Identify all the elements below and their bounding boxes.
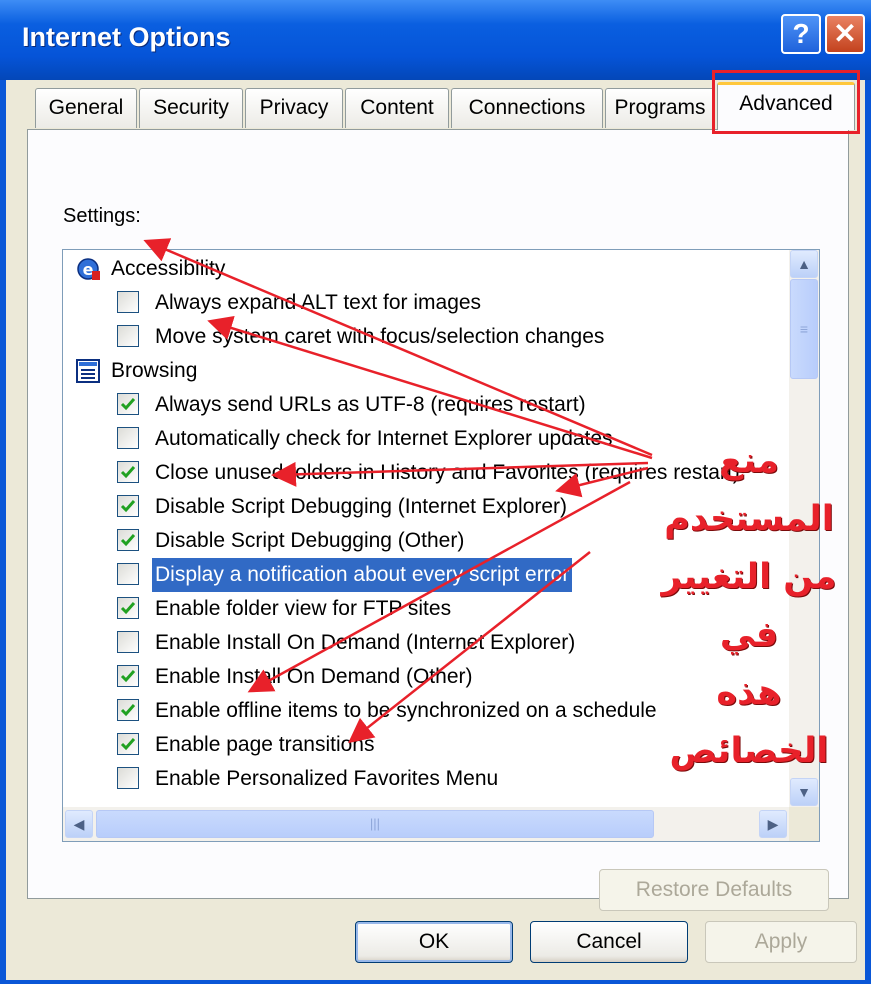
scroll-up-button[interactable]: ▲	[790, 250, 818, 278]
browsing-icon	[76, 359, 100, 383]
setting-label: Enable offline items to be synchronized …	[155, 699, 657, 722]
tab-content[interactable]: Content	[345, 88, 449, 128]
category-label: Browsing	[111, 359, 198, 382]
close-button[interactable]: ✕	[825, 14, 865, 54]
setting-label: Disable Script Debugging (Internet Explo…	[155, 495, 568, 518]
cancel-button[interactable]: Cancel	[530, 921, 688, 963]
tab-general[interactable]: General	[35, 88, 137, 128]
horizontal-scrollbar[interactable]: ◀ ||| ▶	[63, 807, 789, 841]
scroll-down-button[interactable]: ▼	[790, 778, 818, 806]
setting-checkbox[interactable]	[117, 495, 139, 517]
setting-checkbox[interactable]	[117, 665, 139, 687]
setting-checkbox[interactable]	[117, 631, 139, 653]
scroll-left-button[interactable]: ◀	[65, 810, 93, 838]
setting-checkbox[interactable]	[117, 427, 139, 449]
tab-privacy[interactable]: Privacy	[245, 88, 343, 128]
vertical-scroll-thumb[interactable]: ≡	[790, 279, 818, 379]
setting-label: Enable page transitions	[155, 733, 375, 756]
horizontal-scroll-thumb[interactable]: |||	[96, 810, 654, 838]
help-button[interactable]: ?	[781, 14, 821, 54]
svg-text:e: e	[83, 260, 94, 279]
title-bar[interactable]: Internet Options ? ✕	[0, 0, 871, 80]
apply-button[interactable]: Apply	[705, 921, 857, 963]
setting-checkbox[interactable]	[117, 733, 139, 755]
setting-row[interactable]: Move system caret with focus/selection c…	[63, 320, 793, 354]
setting-row[interactable]: Always send URLs as UTF-8 (requires rest…	[63, 388, 793, 422]
setting-checkbox[interactable]	[117, 393, 139, 415]
setting-label: Always expand ALT text for images	[155, 291, 482, 314]
internet-options-window: Internet Options ? ✕ General Security Pr…	[0, 0, 871, 984]
category-browsing: Browsing	[63, 354, 793, 388]
annotation-line: منع المستخدم	[664, 441, 834, 539]
setting-checkbox[interactable]	[117, 529, 139, 551]
restore-defaults-button[interactable]: Restore Defaults	[599, 869, 829, 911]
setting-checkbox[interactable]	[117, 699, 139, 721]
setting-checkbox[interactable]	[117, 291, 139, 313]
tab-connections[interactable]: Connections	[451, 88, 603, 128]
tab-programs[interactable]: Programs	[605, 88, 715, 128]
advanced-tab-highlight-box	[712, 70, 860, 134]
annotation-line: هذه	[716, 673, 782, 713]
setting-checkbox[interactable]	[117, 597, 139, 619]
setting-label: Always send URLs as UTF-8 (requires rest…	[155, 393, 586, 416]
scroll-right-button[interactable]: ▶	[759, 810, 787, 838]
accessibility-icon: e	[77, 258, 100, 280]
setting-label: Enable Install On Demand (Internet Explo…	[155, 631, 576, 654]
setting-label-selected: Display a notification about every scrip…	[152, 558, 573, 592]
setting-label: Enable Install On Demand (Other)	[155, 665, 473, 688]
annotation-text: منع المستخدم من التغيير في هذه الخصائص	[640, 432, 858, 780]
setting-label: Move system caret with focus/selection c…	[155, 325, 605, 348]
window-title: Internet Options	[22, 22, 231, 52]
tab-security[interactable]: Security	[139, 88, 243, 128]
setting-checkbox[interactable]	[117, 325, 139, 347]
setting-checkbox[interactable]	[117, 767, 139, 789]
setting-label: Automatically check for Internet Explore…	[155, 427, 613, 450]
setting-row[interactable]: Always expand ALT text for images	[63, 286, 793, 320]
setting-checkbox[interactable]	[117, 461, 139, 483]
setting-checkbox[interactable]	[117, 563, 139, 585]
category-label: Accessibility	[111, 257, 226, 280]
setting-label: Enable folder view for FTP sites	[155, 597, 452, 620]
annotation-line: الخصائص	[669, 731, 829, 771]
setting-label: Enable Personalized Favorites Menu	[155, 767, 499, 790]
annotation-line: من التغيير في	[661, 557, 837, 655]
settings-label: Settings:	[63, 205, 141, 227]
setting-label: Disable Script Debugging (Other)	[155, 529, 465, 552]
scrollbar-corner	[789, 807, 819, 841]
category-accessibility: e Accessibility	[63, 252, 793, 286]
ok-button[interactable]: OK	[355, 921, 513, 963]
